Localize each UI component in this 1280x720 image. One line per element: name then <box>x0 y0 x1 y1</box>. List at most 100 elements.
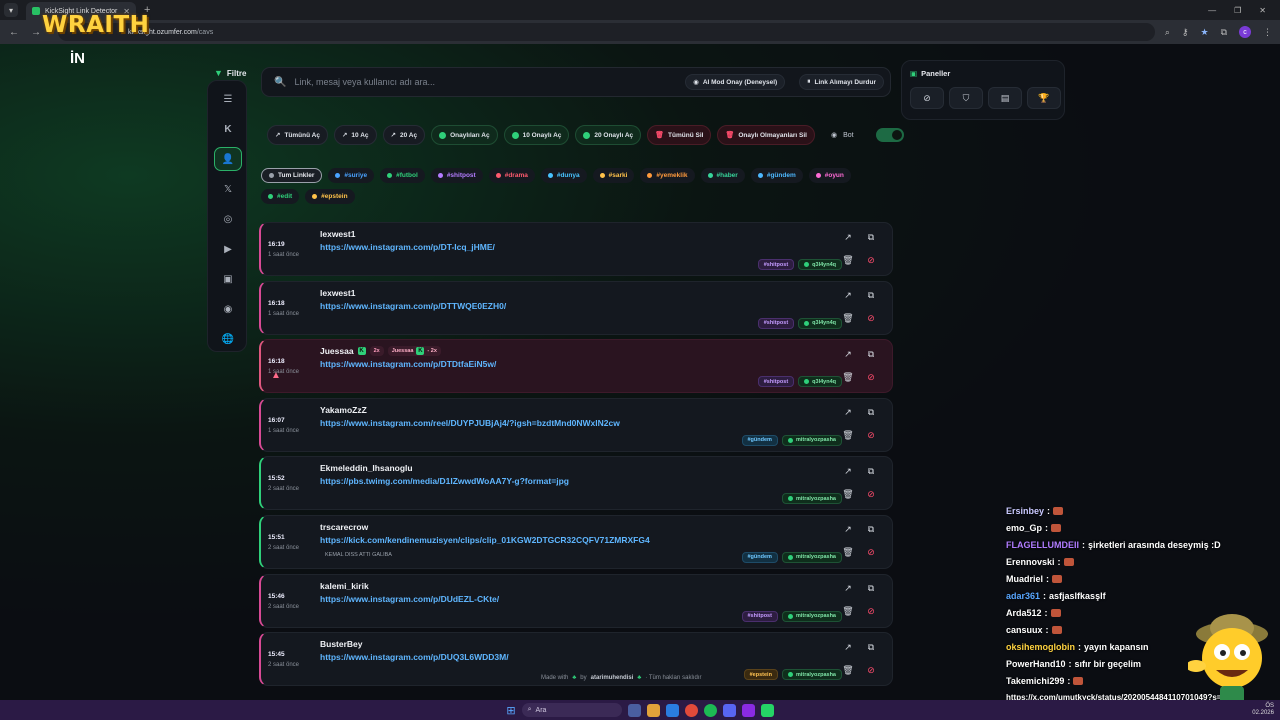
list-icon[interactable]: ☰ <box>214 87 242 111</box>
whatsapp-icon[interactable] <box>760 703 774 717</box>
ban-icon[interactable]: ⊘ <box>865 488 877 500</box>
copy-icon[interactable]: ⧉ <box>865 348 877 360</box>
archive-panel-icon[interactable]: ▤ <box>988 87 1022 109</box>
discord-icon[interactable] <box>722 703 736 717</box>
profile-avatar[interactable]: c <box>1239 26 1251 38</box>
tag-filter-3[interactable]: #shitpost <box>430 168 483 183</box>
trash-icon[interactable]: 🗑 <box>842 606 854 618</box>
open-link-icon[interactable]: ↗ <box>842 465 854 477</box>
edge-icon[interactable] <box>665 703 679 717</box>
link-url[interactable]: https://www.instagram.com/p/DTDtfaEiN5w/ <box>320 359 496 369</box>
ban-icon[interactable]: ⊘ <box>865 254 877 266</box>
ai-mode-button[interactable]: ◉ AI Mod Onay (Deneysel) <box>685 74 786 90</box>
open-all-button[interactable]: ↗ Tümünü Aç <box>267 125 328 145</box>
link-url[interactable]: https://www.instagram.com/p/DUQ3L6WDD3M/ <box>320 652 509 662</box>
bot-toggle[interactable] <box>875 128 904 142</box>
bookmark-star-icon[interactable]: ★ <box>1200 27 1208 38</box>
instagram-icon[interactable]: ◎ <box>214 207 242 231</box>
file-explorer-icon[interactable] <box>646 703 660 717</box>
open-link-icon[interactable]: ↗ <box>842 290 854 302</box>
windows-start-icon[interactable]: ⊞ <box>506 704 515 717</box>
open-link-icon[interactable]: ↗ <box>842 348 854 360</box>
camera-icon[interactable]: ◉ <box>214 297 242 321</box>
ban-icon[interactable]: ⊘ <box>865 547 877 559</box>
link-url[interactable]: https://www.instagram.com/p/DT-Icq_jHME/ <box>320 242 495 252</box>
copy-icon[interactable]: ⧉ <box>865 524 877 536</box>
globe-icon[interactable]: 🌐 <box>214 327 242 351</box>
password-key-icon[interactable]: ⚷ <box>1182 27 1189 38</box>
delete-unapproved-button[interactable]: 🗑 Onaylı Olmayanları Sil <box>717 125 815 145</box>
tag-filter-11[interactable]: #edit <box>261 189 300 204</box>
delete-all-button[interactable]: 🗑 Tümünü Sil <box>647 125 712 145</box>
tag-filter-5[interactable]: #dunya <box>540 168 587 183</box>
link-url[interactable]: https://www.instagram.com/reel/DUYPJUBjA… <box>320 418 620 428</box>
ban-icon[interactable]: ⊘ <box>865 664 877 676</box>
zoom-icon[interactable]: ⌕ <box>1165 27 1170 38</box>
trash-icon[interactable]: 🗑 <box>842 313 854 325</box>
menu-kebab-icon[interactable]: ⋮ <box>1263 27 1272 38</box>
trophy-panel-icon[interactable]: 🏆 <box>1027 87 1061 109</box>
copy-icon[interactable]: ⧉ <box>865 583 877 595</box>
ban-icon[interactable]: ⊘ <box>865 606 877 618</box>
taskbar-search[interactable]: ⌕ Ara <box>521 703 622 717</box>
open-link-icon[interactable]: ↗ <box>842 641 854 653</box>
video-camera-icon[interactable]: ▣ <box>214 267 242 291</box>
open-link-icon[interactable]: ↗ <box>842 524 854 536</box>
x-twitter-icon[interactable]: 𝕏 <box>214 177 242 201</box>
users-icon[interactable]: 👤 <box>214 147 242 171</box>
copy-icon[interactable]: ⧉ <box>865 290 877 302</box>
chrome-icon[interactable] <box>684 703 698 717</box>
trash-icon[interactable]: 🗑 <box>842 254 854 266</box>
app-icon[interactable] <box>741 703 755 717</box>
close-window-icon[interactable]: ✕ <box>1259 6 1266 15</box>
tag-filter-12[interactable]: #epstein <box>305 189 355 204</box>
task-view-icon[interactable] <box>627 703 641 717</box>
search-input[interactable] <box>294 77 678 87</box>
link-url[interactable]: https://kick.com/kendinemuzisyen/clips/c… <box>320 535 650 545</box>
stop-links-button[interactable]: ⏸ Link Alımayı Durdur <box>799 74 884 90</box>
tag-filter-7[interactable]: #yemeklik <box>640 168 695 183</box>
tag-filter-1[interactable]: #suriye <box>328 168 375 183</box>
open-20-approved-button[interactable]: 20 Onaylı Aç <box>575 125 642 145</box>
forward-icon[interactable]: → <box>30 27 42 38</box>
tag-filter-6[interactable]: #sarki <box>592 168 635 183</box>
open-link-icon[interactable]: ↗ <box>842 231 854 243</box>
copy-icon[interactable]: ⧉ <box>865 465 877 477</box>
tab-search-icon[interactable]: ▾ <box>4 3 18 17</box>
tag-filter-8[interactable]: #haber <box>700 168 745 183</box>
trash-icon[interactable]: 🗑 <box>842 371 854 383</box>
tag-filter-4[interactable]: #drama <box>488 168 535 183</box>
copy-icon[interactable]: ⧉ <box>865 407 877 419</box>
spotify-icon[interactable] <box>703 703 717 717</box>
open-link-icon[interactable]: ↗ <box>842 407 854 419</box>
youtube-icon[interactable]: ▶ <box>214 237 242 261</box>
kick-icon[interactable]: K <box>214 117 242 141</box>
ban-icon[interactable]: ⊘ <box>865 371 877 383</box>
extensions-icon[interactable]: ⧉ <box>1221 27 1227 38</box>
shield-panel-icon[interactable]: ⛉ <box>949 87 983 109</box>
open-link-icon[interactable]: ↗ <box>842 583 854 595</box>
tag-filter-10[interactable]: #oyun <box>808 168 851 183</box>
ban-panel-icon[interactable]: ⊘ <box>910 87 944 109</box>
copy-icon[interactable]: ⧉ <box>865 641 877 653</box>
tag-filter-2[interactable]: #futbol <box>380 168 425 183</box>
ban-icon[interactable]: ⊘ <box>865 313 877 325</box>
address-bar[interactable]: kicksight.ozumfer.com /cavs <box>58 23 1155 41</box>
copy-icon[interactable]: ⧉ <box>865 231 877 243</box>
maximize-icon[interactable]: ❐ <box>1234 6 1241 15</box>
tag-filter-0[interactable]: Tum Linkler <box>261 168 323 183</box>
link-url[interactable]: https://www.instagram.com/p/DUdEZL-CKte/ <box>320 594 499 604</box>
open-20-button[interactable]: ↗ 20 Aç <box>382 125 426 145</box>
open-10-approved-button[interactable]: 10 Onaylı Aç <box>503 125 570 145</box>
ban-icon[interactable]: ⊘ <box>865 430 877 442</box>
trash-icon[interactable]: 🗑 <box>842 664 854 676</box>
trash-icon[interactable]: 🗑 <box>842 488 854 500</box>
link-url[interactable]: https://pbs.twimg.com/media/D1IZwwdWoAA7… <box>320 476 569 486</box>
open-10-button[interactable]: ↗ 10 Aç <box>333 125 377 145</box>
open-approved-button[interactable]: Onaylıları Aç <box>431 125 498 145</box>
minimize-icon[interactable]: — <box>1208 6 1216 15</box>
tag-filter-9[interactable]: #gündem <box>750 168 803 183</box>
back-icon[interactable]: ← <box>8 27 20 38</box>
trash-icon[interactable]: 🗑 <box>842 547 854 559</box>
link-url[interactable]: https://www.instagram.com/p/DTTWQE0EZH0/ <box>320 301 506 311</box>
